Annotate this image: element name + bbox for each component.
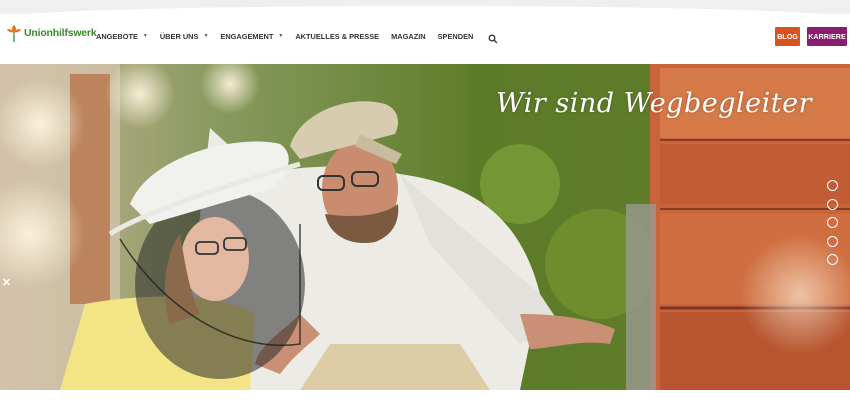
caret-down-icon: ▼ [142, 33, 148, 39]
caret-down-icon: ▼ [278, 33, 284, 39]
slider-pagination [827, 180, 838, 273]
top-band [0, 0, 850, 18]
nav-item-engagement[interactable]: ENGAGEMENT ▼ [220, 32, 283, 41]
slide-dot-4[interactable] [827, 235, 838, 247]
nav-item-spenden[interactable]: SPENDEN [438, 32, 474, 41]
nav-item-aktuelles-presse[interactable]: AKTUELLES & PRESSE [295, 32, 379, 41]
nav-label: ÜBER UNS [159, 31, 199, 41]
nav-item-magazin[interactable]: MAGAZIN [391, 32, 426, 41]
nav-item-ueber-uns[interactable]: ÜBER UNS ▼ [160, 32, 209, 41]
logo-flower-icon [6, 24, 22, 42]
nav-label: AKTUELLES & PRESSE [295, 31, 380, 41]
hero-slider: Wir sind Wegbegleiter ✕ [0, 64, 850, 390]
main-nav: ANGEBOTE ▼ ÜBER UNS ▼ ENGAGEMENT ▼ AKTUELLE… [96, 31, 498, 44]
brand-name: Unionhilfswerk [24, 27, 97, 39]
nav-label: ANGEBOTE [96, 31, 138, 41]
logo[interactable]: Unionhilfswerk [5, 21, 97, 45]
nav-item-angebote[interactable]: ANGEBOTE ▼ [96, 32, 148, 41]
blog-button[interactable]: BLOG [775, 27, 800, 46]
slide-dot-1[interactable] [827, 180, 838, 191]
slide-dot-2[interactable] [827, 198, 838, 210]
slide-dot-5[interactable] [827, 254, 838, 265]
search-icon[interactable] [488, 31, 498, 44]
page-bottom [0, 390, 850, 408]
hero-headline: Wir sind Wegbegleiter [496, 88, 812, 119]
karriere-button[interactable]: KARRIERE [807, 27, 847, 46]
nav-label: MAGAZIN [391, 31, 426, 41]
site-header: Unionhilfswerk ANGEBOTE ▼ ÜBER UNS ▼ ENGAG… [0, 14, 850, 64]
close-icon[interactable]: ✕ [2, 276, 11, 289]
caret-down-icon: ▼ [203, 33, 209, 39]
nav-label: SPENDEN [437, 31, 474, 41]
slide-dot-3[interactable] [827, 217, 838, 228]
nav-label: ENGAGEMENT [220, 31, 274, 41]
